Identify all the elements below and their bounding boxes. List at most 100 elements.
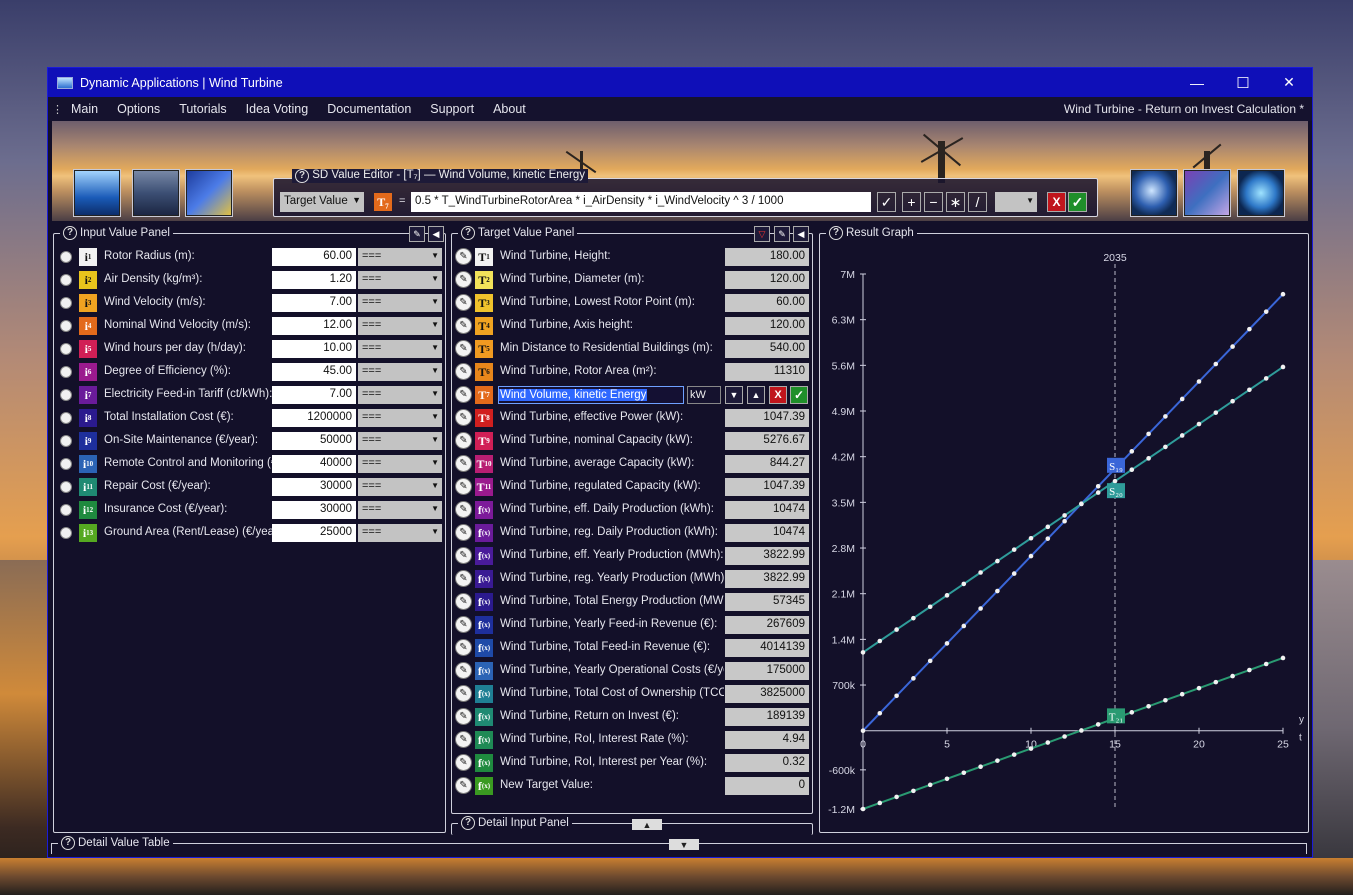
- divide-operator-button[interactable]: /: [968, 192, 987, 212]
- menu-options[interactable]: Options: [117, 102, 160, 116]
- edit-pencil-icon[interactable]: ✎: [455, 455, 472, 472]
- help-icon[interactable]: ?: [63, 226, 77, 240]
- target-name-input[interactable]: Wind Volume, kinetic Energy: [498, 386, 684, 404]
- maximize-button[interactable]: ☐: [1220, 68, 1266, 97]
- input-operator-select[interactable]: === ▼: [358, 501, 442, 519]
- input-value-field[interactable]: 7.00: [272, 386, 356, 404]
- input-value-field[interactable]: 50000: [272, 432, 356, 450]
- edit-pencil-icon[interactable]: ✎: [455, 616, 472, 633]
- cancel-button[interactable]: X: [1047, 192, 1066, 212]
- edit-pencil-icon[interactable]: ✎: [455, 340, 472, 357]
- help-icon[interactable]: ?: [461, 226, 475, 240]
- filter-icon[interactable]: ▽: [754, 226, 770, 242]
- input-operator-select[interactable]: === ▼: [358, 478, 442, 496]
- input-operator-select[interactable]: === ▼: [358, 340, 442, 358]
- select-radio[interactable]: [60, 504, 72, 516]
- edit-pencil-icon[interactable]: ✎: [455, 501, 472, 518]
- input-value-field[interactable]: 12.00: [272, 317, 356, 335]
- edit-pencil-icon[interactable]: ✎: [455, 593, 472, 610]
- edit-pencil-icon[interactable]: ✎: [455, 570, 472, 587]
- input-operator-select[interactable]: === ▼: [358, 524, 442, 542]
- collapse-left-icon[interactable]: ◀: [793, 226, 809, 242]
- edit-pencil-icon[interactable]: ✎: [455, 317, 472, 334]
- collapse-left-icon[interactable]: ◀: [428, 226, 444, 242]
- edit-pencil-icon[interactable]: ✎: [455, 386, 472, 403]
- edit-pencil-icon[interactable]: ✎: [409, 226, 425, 242]
- menu-main[interactable]: Main: [71, 102, 98, 116]
- plus-operator-button[interactable]: +: [902, 192, 921, 212]
- input-operator-select[interactable]: === ▼: [358, 432, 442, 450]
- select-radio[interactable]: [60, 274, 72, 286]
- input-value-field[interactable]: 30000: [272, 501, 356, 519]
- input-operator-select[interactable]: === ▼: [358, 386, 442, 404]
- edit-pencil-icon[interactable]: ✎: [455, 547, 472, 564]
- menu-support[interactable]: Support: [430, 102, 474, 116]
- edit-pencil-icon[interactable]: ✎: [455, 754, 472, 771]
- edit-pencil-icon[interactable]: ✎: [455, 409, 472, 426]
- input-operator-select[interactable]: === ▼: [358, 317, 442, 335]
- select-radio[interactable]: [60, 412, 72, 424]
- select-radio[interactable]: [60, 458, 72, 470]
- cancel-edit-button[interactable]: X: [769, 386, 787, 404]
- confirm-edit-button[interactable]: ✓: [790, 386, 808, 404]
- menu-documentation[interactable]: Documentation: [327, 102, 411, 116]
- toolbar-button-2[interactable]: [132, 169, 180, 217]
- help-icon[interactable]: ?: [461, 816, 475, 830]
- menu-idea-voting[interactable]: Idea Voting: [246, 102, 309, 116]
- input-value-field[interactable]: 25000: [272, 524, 356, 542]
- move-down-button[interactable]: ▼: [725, 386, 743, 404]
- input-value-field[interactable]: 30000: [272, 478, 356, 496]
- title-bar[interactable]: Dynamic Applications | Wind Turbine — ☐ …: [48, 68, 1312, 97]
- input-operator-select[interactable]: === ▼: [358, 455, 442, 473]
- toolbar-button-3[interactable]: [185, 169, 233, 217]
- toolbar-button-1[interactable]: [73, 169, 121, 217]
- edit-pencil-icon[interactable]: ✎: [455, 271, 472, 288]
- input-value-field[interactable]: 1.20: [272, 271, 356, 289]
- input-value-field[interactable]: 60.00: [272, 248, 356, 266]
- input-value-field[interactable]: 10.00: [272, 340, 356, 358]
- sd-mode-select[interactable]: Target Value ▼: [280, 192, 364, 212]
- input-operator-select[interactable]: === ▼: [358, 363, 442, 381]
- toolbar-button-4[interactable]: [1130, 169, 1178, 217]
- edit-pencil-icon[interactable]: ✎: [455, 662, 472, 679]
- edit-pencil-icon[interactable]: ✎: [455, 777, 472, 794]
- input-operator-select[interactable]: === ▼: [358, 294, 442, 312]
- result-chart[interactable]: 7M 6.3M 5.6M 4.9M 4.2M 3.5M 2.8M 2.1M 1.4M 700k -6…: [820, 234, 1308, 832]
- minus-operator-button[interactable]: −: [924, 192, 943, 212]
- input-value-field[interactable]: 40000: [272, 455, 356, 473]
- select-radio[interactable]: [60, 251, 72, 263]
- minimize-button[interactable]: —: [1174, 68, 1220, 97]
- edit-pencil-icon[interactable]: ✎: [455, 363, 472, 380]
- edit-pencil-icon[interactable]: ✎: [455, 432, 472, 449]
- edit-pencil-icon[interactable]: ✎: [455, 685, 472, 702]
- unit-input[interactable]: kW: [687, 386, 721, 404]
- select-radio[interactable]: [60, 389, 72, 401]
- edit-pencil-icon[interactable]: ✎: [455, 248, 472, 265]
- input-value-field[interactable]: 7.00: [272, 294, 356, 312]
- select-radio[interactable]: [60, 481, 72, 493]
- toolbar-button-6[interactable]: [1237, 169, 1285, 217]
- select-radio[interactable]: [60, 343, 72, 355]
- edit-pencil-icon[interactable]: ✎: [774, 226, 790, 242]
- help-icon[interactable]: ?: [295, 169, 309, 183]
- expand-down-button[interactable]: ▼: [669, 839, 699, 850]
- input-operator-select[interactable]: === ▼: [358, 271, 442, 289]
- toolbar-button-5[interactable]: [1183, 169, 1231, 217]
- menu-tutorials[interactable]: Tutorials: [179, 102, 226, 116]
- select-radio[interactable]: [60, 366, 72, 378]
- input-operator-select[interactable]: === ▼: [358, 409, 442, 427]
- edit-pencil-icon[interactable]: ✎: [455, 639, 472, 656]
- ok-button[interactable]: ✓: [1068, 192, 1087, 212]
- expand-up-button[interactable]: ▲: [632, 819, 662, 830]
- formula-input[interactable]: 0.5 * T_WindTurbineRotorArea * i_AirDens…: [411, 192, 871, 212]
- menu-about[interactable]: About: [493, 102, 526, 116]
- input-value-field[interactable]: 1200000: [272, 409, 356, 427]
- select-radio[interactable]: [60, 297, 72, 309]
- operand-select[interactable]: ▼: [995, 192, 1037, 212]
- move-up-button[interactable]: ▲: [747, 386, 765, 404]
- help-icon[interactable]: ?: [61, 836, 75, 850]
- edit-pencil-icon[interactable]: ✎: [455, 524, 472, 541]
- edit-pencil-icon[interactable]: ✎: [455, 708, 472, 725]
- multiply-operator-button[interactable]: ∗: [946, 192, 965, 212]
- select-radio[interactable]: [60, 527, 72, 539]
